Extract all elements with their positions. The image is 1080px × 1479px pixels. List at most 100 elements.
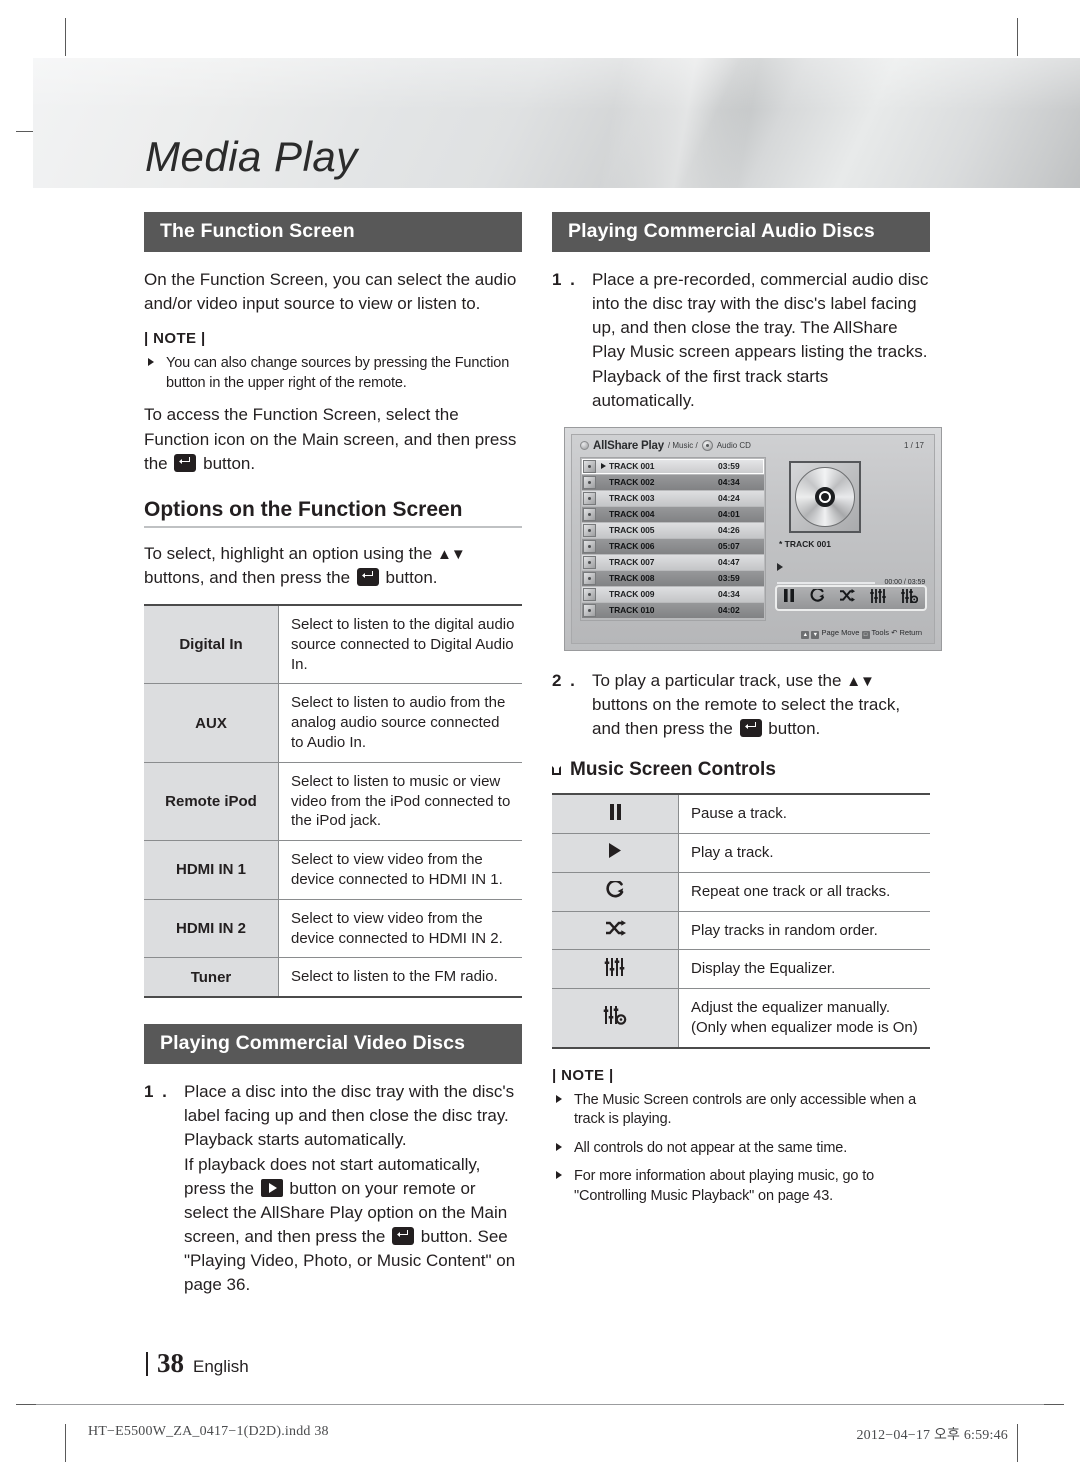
ui-screen-body: AllShare Play / Music / Audio CD 1 / 17 … xyxy=(571,433,935,644)
table-row: Display the Equalizer. xyxy=(552,949,930,990)
section-heading-function-screen: The Function Screen xyxy=(144,212,522,252)
hint-return: Return xyxy=(899,627,922,637)
track-time: 03:59 xyxy=(718,461,740,472)
control-description: Display the Equalizer. xyxy=(678,949,930,990)
play-icon xyxy=(608,842,622,862)
equalizer-settings-icon xyxy=(603,1005,627,1029)
footer-rule-mark xyxy=(146,1351,148,1376)
equalizer-icon[interactable] xyxy=(870,588,886,607)
step2-text-a: To play a particular track, use the xyxy=(592,670,842,690)
list-item[interactable]: TRACK 001 03:59 xyxy=(582,458,764,474)
tools-key-icon: □ xyxy=(861,630,870,639)
option-description: Select to view video from the device con… xyxy=(278,899,522,959)
music-note-icon xyxy=(583,459,596,473)
option-description: Select to listen to the FM radio. xyxy=(278,957,522,999)
list-item[interactable]: TRACK 006 05:07 xyxy=(582,538,764,554)
step-number: 2 . xyxy=(552,670,577,690)
note-text: You can also change sources by pressing … xyxy=(166,355,510,391)
note-item: All controls do not appear at the same t… xyxy=(552,1139,930,1159)
table-row: Tuner Select to listen to the FM radio. xyxy=(144,957,522,999)
shuffle-icon[interactable] xyxy=(839,589,856,606)
note-item: For more information about playing music… xyxy=(552,1167,930,1206)
music-note-icon xyxy=(583,587,596,601)
manual-page: Media Play The Function Screen On the Fu… xyxy=(0,0,1080,1479)
play-key-icon xyxy=(260,1178,283,1197)
music-note-icon xyxy=(583,539,596,553)
hint-tools: Tools xyxy=(871,627,889,637)
pause-icon[interactable] xyxy=(784,589,795,606)
page-number: 38 xyxy=(157,1348,184,1378)
option-description: Select to view video from the device con… xyxy=(278,840,522,900)
allshare-logo-icon xyxy=(580,441,589,451)
note-label-left: | NOTE | xyxy=(144,330,206,348)
access-para-text-a: To access the Function Screen, select th… xyxy=(144,405,517,473)
enter-key-icon xyxy=(174,453,197,472)
music-note-icon xyxy=(583,603,596,617)
list-item[interactable]: TRACK 007 04:47 xyxy=(582,554,764,570)
equalizer-settings-icon[interactable] xyxy=(900,588,918,607)
ui-track-list[interactable]: TRACK 001 03:59 TRACK 002 04:34 TRACK 00… xyxy=(580,456,766,621)
audio-disc-step-1: 1 . Place a pre-recorded, commercial aud… xyxy=(552,268,930,413)
control-description: Repeat one track or all tracks. xyxy=(678,872,930,912)
option-name: HDMI IN 2 xyxy=(144,899,279,959)
control-icon-cell xyxy=(552,872,679,912)
ui-hint-bar: ▲ ▼ Page Move □ Tools ↶ Return xyxy=(572,628,934,639)
play-indicator-icon xyxy=(601,463,606,470)
triangle-bullet-icon xyxy=(556,1142,562,1151)
track-name: TRACK 003 xyxy=(609,493,655,504)
list-item[interactable]: TRACK 010 04:02 xyxy=(582,602,764,618)
track-name: TRACK 002 xyxy=(609,477,655,488)
progress-bar[interactable] xyxy=(777,581,875,584)
repeat-icon xyxy=(605,879,625,902)
hint-page-move: Page Move xyxy=(821,627,860,637)
section-heading-audio-discs: Playing Commercial Audio Discs xyxy=(552,212,930,252)
note-text: All controls do not appear at the same t… xyxy=(574,1139,848,1156)
table-row: Adjust the equalizer manually. (Only whe… xyxy=(552,988,930,1049)
repeat-icon[interactable] xyxy=(810,587,825,606)
list-item[interactable]: TRACK 004 04:01 xyxy=(582,506,764,522)
step-text: To play a particular track, use the ▲▼ b… xyxy=(592,669,930,741)
track-name: TRACK 010 xyxy=(609,605,655,616)
table-row: HDMI IN 2 Select to view video from the … xyxy=(144,899,522,959)
right-column: Playing Commercial Audio Discs 1 . Place… xyxy=(552,212,942,1217)
control-icon-cell xyxy=(552,988,679,1049)
control-description: Play tracks in random order. xyxy=(678,911,930,951)
track-name: TRACK 001 xyxy=(609,461,655,472)
track-time: 05:07 xyxy=(718,541,740,552)
track-time: 04:02 xyxy=(718,605,740,616)
subheading-music-screen-controls: Music Screen Controls xyxy=(552,759,930,781)
control-icon-cell xyxy=(552,949,679,990)
track-time: 04:01 xyxy=(718,509,740,520)
triangle-bullet-icon xyxy=(148,358,154,367)
subheading-options: Options on the Function Screen xyxy=(144,497,463,521)
list-item[interactable]: TRACK 003 04:24 xyxy=(582,490,764,506)
track-name: TRACK 004 xyxy=(609,509,655,520)
equalizer-icon xyxy=(604,957,626,980)
track-name: TRACK 006 xyxy=(609,541,655,552)
up-down-arrows-icon: ▲▼ xyxy=(846,672,875,690)
cd-disc-icon xyxy=(795,466,855,527)
music-note-icon xyxy=(583,555,596,569)
option-name: AUX xyxy=(144,683,279,763)
now-playing-label: * TRACK 001 xyxy=(779,538,831,549)
list-item[interactable]: TRACK 009 04:34 xyxy=(582,586,764,602)
triangle-bullet-icon xyxy=(556,1094,562,1103)
allshare-play-screenshot: AllShare Play / Music / Audio CD 1 / 17 … xyxy=(564,426,942,651)
disc-source-icon xyxy=(701,440,713,452)
ui-transport-controls[interactable] xyxy=(775,584,927,611)
page-language: English xyxy=(193,1357,249,1376)
step-text: Place a pre-recorded, commercial audio d… xyxy=(592,270,929,410)
control-description: Play a track. xyxy=(678,833,930,873)
options-intro: To select, highlight an option using the… xyxy=(144,542,522,590)
list-item[interactable]: TRACK 002 04:34 xyxy=(582,474,764,490)
enter-key-icon xyxy=(392,1226,415,1245)
list-item[interactable]: TRACK 005 04:26 xyxy=(582,522,764,538)
table-row: Pause a track. xyxy=(552,793,930,834)
options-intro-b: buttons, and then press the xyxy=(144,567,351,587)
up-down-arrows-icon: ▲▼ xyxy=(437,545,466,563)
ui-page-indicator: 1 / 17 xyxy=(903,440,924,450)
step-text: Place a disc into the disc tray with the… xyxy=(184,1080,522,1297)
list-item[interactable]: TRACK 008 03:59 xyxy=(582,570,764,586)
crop-mark-bottom-left xyxy=(65,1424,66,1462)
ui-crumb-source: Audio CD xyxy=(716,441,751,451)
